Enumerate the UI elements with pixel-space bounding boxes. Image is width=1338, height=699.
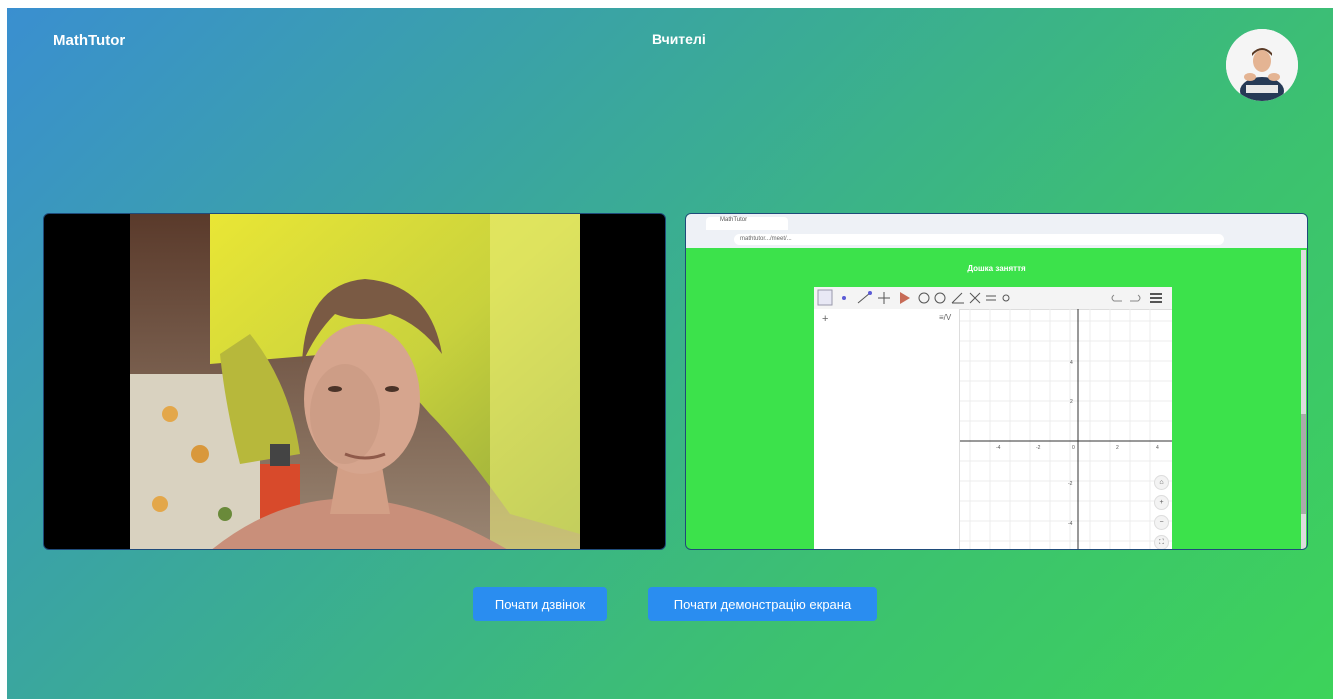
board-title: Дошка заняття [967,264,1026,273]
algebra-menu-icon[interactable]: ≡/V [939,313,951,322]
geogebra-graphics-view[interactable]: -4 -2 0 2 4 4 2 -2 -4 ⌂ + − ⛶ [960,309,1172,549]
home-icon[interactable]: ⌂ [1154,475,1169,490]
zoom-out-icon[interactable]: − [1154,515,1169,530]
shared-browser-chrome: MathTutor mathtutor.../meet/... [686,214,1307,248]
screen-share-panel: MathTutor mathtutor.../meet/... Дошка за… [685,213,1308,550]
brand-logo[interactable]: MathTutor [53,32,125,49]
zoom-in-icon[interactable]: + [1154,495,1169,510]
avatar-image [1226,29,1298,101]
local-video-panel [43,213,666,550]
geogebra-algebra-view[interactable]: + ≡/V [814,309,960,549]
shared-address-bar: mathtutor.../meet/... [734,234,1224,245]
fullscreen-icon[interactable]: ⛶ [1154,535,1169,549]
nav-teachers-link[interactable]: Вчителі [652,31,706,47]
start-screen-share-button[interactable]: Почати демонстрацію екрана [648,587,877,621]
app-background: MathTutor Вчителі MathTutor mathtutor...… [7,8,1333,699]
geogebra-tools-icons [817,289,1162,306]
x-label-5: 4 [1156,445,1159,451]
add-input-icon[interactable]: + [822,313,828,325]
x-label-4: 2 [1116,445,1119,451]
y-label-1: 4 [1070,360,1073,366]
y-label-2: 2 [1070,399,1073,405]
x-label-1: -4 [996,445,1001,451]
shared-tab-label: MathTutor [720,217,748,223]
geogebra-toolbar [814,287,1172,310]
start-call-button[interactable]: Почати дзвінок [473,587,607,621]
x-label-3: 0 [1072,445,1075,451]
geogebra-board: + ≡/V -4 -2 0 2 4 4 2 -2 -4 ⌂ + − ⛶ [814,287,1172,549]
graph-grid: -4 -2 0 2 4 4 2 -2 -4 [960,309,1172,549]
webcam-video [130,214,580,549]
x-label-2: -2 [1036,445,1041,451]
user-avatar[interactable] [1226,29,1298,101]
shared-scrollbar-thumb [1301,414,1306,514]
shared-browser-tab: MathTutor [706,217,788,230]
y-label-4: -4 [1068,521,1073,527]
y-label-3: -2 [1068,481,1073,487]
